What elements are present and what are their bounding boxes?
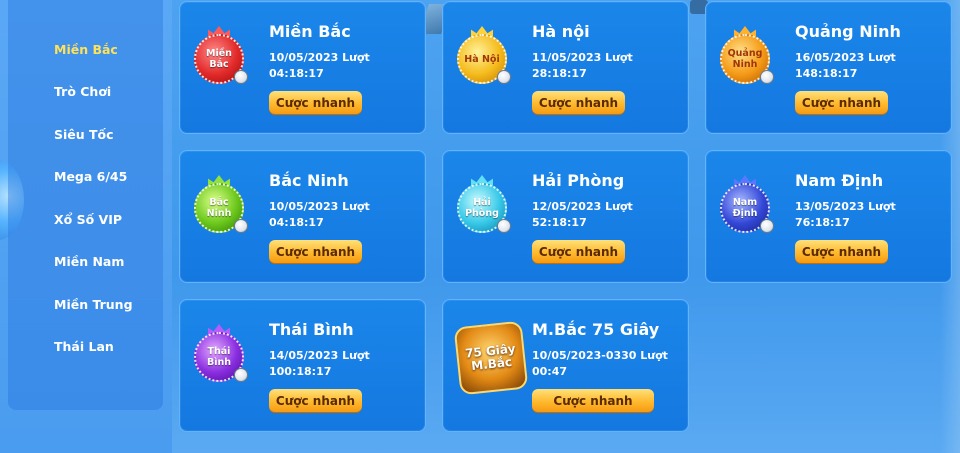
lottery-card-quang-ninh[interactable]: Quảng Ninh Quảng Ninh 16/05/2023 Lượt 14… (705, 1, 952, 134)
card-countdown: 28:18:17 (532, 67, 587, 80)
mini-ball-icon (234, 219, 248, 233)
mbac-75-logo-icon: 75 Giây M.Bắc (453, 320, 529, 396)
lottery-logo: Hà Nội (457, 26, 513, 84)
lottery-logo: Nam Định (720, 175, 776, 233)
card-title: Bắc Ninh (269, 171, 349, 190)
sidebar-item-mega-645[interactable]: Mega 6/45 (8, 156, 163, 199)
card-title: Miền Bắc (269, 22, 351, 41)
card-title: Thái Bình (269, 320, 354, 339)
quick-bet-button[interactable]: Cược nhanh (795, 91, 888, 114)
card-countdown: 04:18:17 (269, 67, 324, 80)
sidebar-item-mien-bac[interactable]: Miền Bắc (8, 28, 163, 71)
mini-ball-icon (760, 70, 774, 84)
quick-bet-button[interactable]: Cược nhanh (795, 240, 888, 263)
mini-ball-icon (760, 219, 774, 233)
sidebar-item-xo-so-vip[interactable]: Xổ Số VIP (8, 198, 163, 241)
quick-bet-button[interactable]: Cược nhanh (269, 389, 362, 412)
card-title: M.Bắc 75 Giây (532, 320, 660, 339)
lottery-card-nam-dinh[interactable]: Nam Định Nam Định 13/05/2023 Lượt 76:18:… (705, 150, 952, 283)
lottery-logo: Quảng Ninh (720, 26, 776, 84)
lottery-region-sidebar: Miền Bắc Trò Chơi Siêu Tốc Mega 6/45 Xổ … (8, 0, 163, 410)
sidebar-item-thai-lan[interactable]: Thái Lan (8, 326, 163, 369)
card-date: 10/05/2023 Lượt (269, 200, 370, 213)
card-countdown: 52:18:17 (532, 216, 587, 229)
lottery-logo: Thái Bình (194, 324, 250, 382)
card-countdown: 148:18:17 (795, 67, 858, 80)
mini-ball-icon (234, 368, 248, 382)
lottery-logo: Miền Bắc (194, 26, 250, 84)
quick-bet-button[interactable]: Cược nhanh (269, 91, 362, 114)
sidebar-item-mien-trung[interactable]: Miền Trung (8, 283, 163, 326)
card-date: 13/05/2023 Lượt (795, 200, 896, 213)
card-date: 10/05/2023-0330 Lượt (532, 349, 668, 362)
lottery-card-thai-binh[interactable]: Thái Bình Thái Bình 14/05/2023 Lượt 100:… (179, 299, 426, 432)
sidebar-item-sieu-toc[interactable]: Siêu Tốc (8, 113, 163, 156)
card-title: Nam Định (795, 171, 884, 190)
quick-bet-button[interactable]: Cược nhanh (269, 240, 362, 263)
card-title: Hải Phòng (532, 171, 625, 190)
lottery-logo: Hải Phòng (457, 175, 513, 233)
lottery-card-mbac-75-giay[interactable]: 75 Giây M.Bắc M.Bắc 75 Giây 10/05/2023-0… (442, 299, 689, 432)
lottery-card-mien-bac[interactable]: Miền Bắc Miền Bắc 10/05/2023 Lượt 04:18:… (179, 1, 426, 134)
card-title: Hà nội (532, 22, 590, 41)
lottery-card-ha-noi[interactable]: Hà Nội Hà nội 11/05/2023 Lượt 28:18:17 C… (442, 1, 689, 134)
card-date: 12/05/2023 Lượt (532, 200, 633, 213)
card-date: 11/05/2023 Lượt (532, 51, 633, 64)
sidebar-item-tro-choi[interactable]: Trò Chơi (8, 71, 163, 114)
card-countdown: 04:18:17 (269, 216, 324, 229)
mini-ball-icon (497, 70, 511, 84)
card-date: 16/05/2023 Lượt (795, 51, 896, 64)
quick-bet-button[interactable]: Cược nhanh (532, 240, 625, 263)
mini-ball-icon (234, 70, 248, 84)
lottery-logo: Bắc Ninh (194, 175, 250, 233)
card-countdown: 100:18:17 (269, 365, 332, 378)
sidebar-item-mien-nam[interactable]: Miền Nam (8, 241, 163, 284)
card-date: 14/05/2023 Lượt (269, 349, 370, 362)
card-date: 10/05/2023 Lượt (269, 51, 370, 64)
mini-ball-icon (497, 219, 511, 233)
lottery-card-hai-phong[interactable]: Hải Phòng Hải Phòng 12/05/2023 Lượt 52:1… (442, 150, 689, 283)
quick-bet-button[interactable]: Cược nhanh (532, 389, 654, 412)
card-title: Quảng Ninh (795, 22, 901, 41)
quick-bet-button[interactable]: Cược nhanh (532, 91, 625, 114)
card-countdown: 00:47 (532, 365, 568, 378)
lottery-card-bac-ninh[interactable]: Bắc Ninh Bắc Ninh 10/05/2023 Lượt 04:18:… (179, 150, 426, 283)
card-countdown: 76:18:17 (795, 216, 850, 229)
